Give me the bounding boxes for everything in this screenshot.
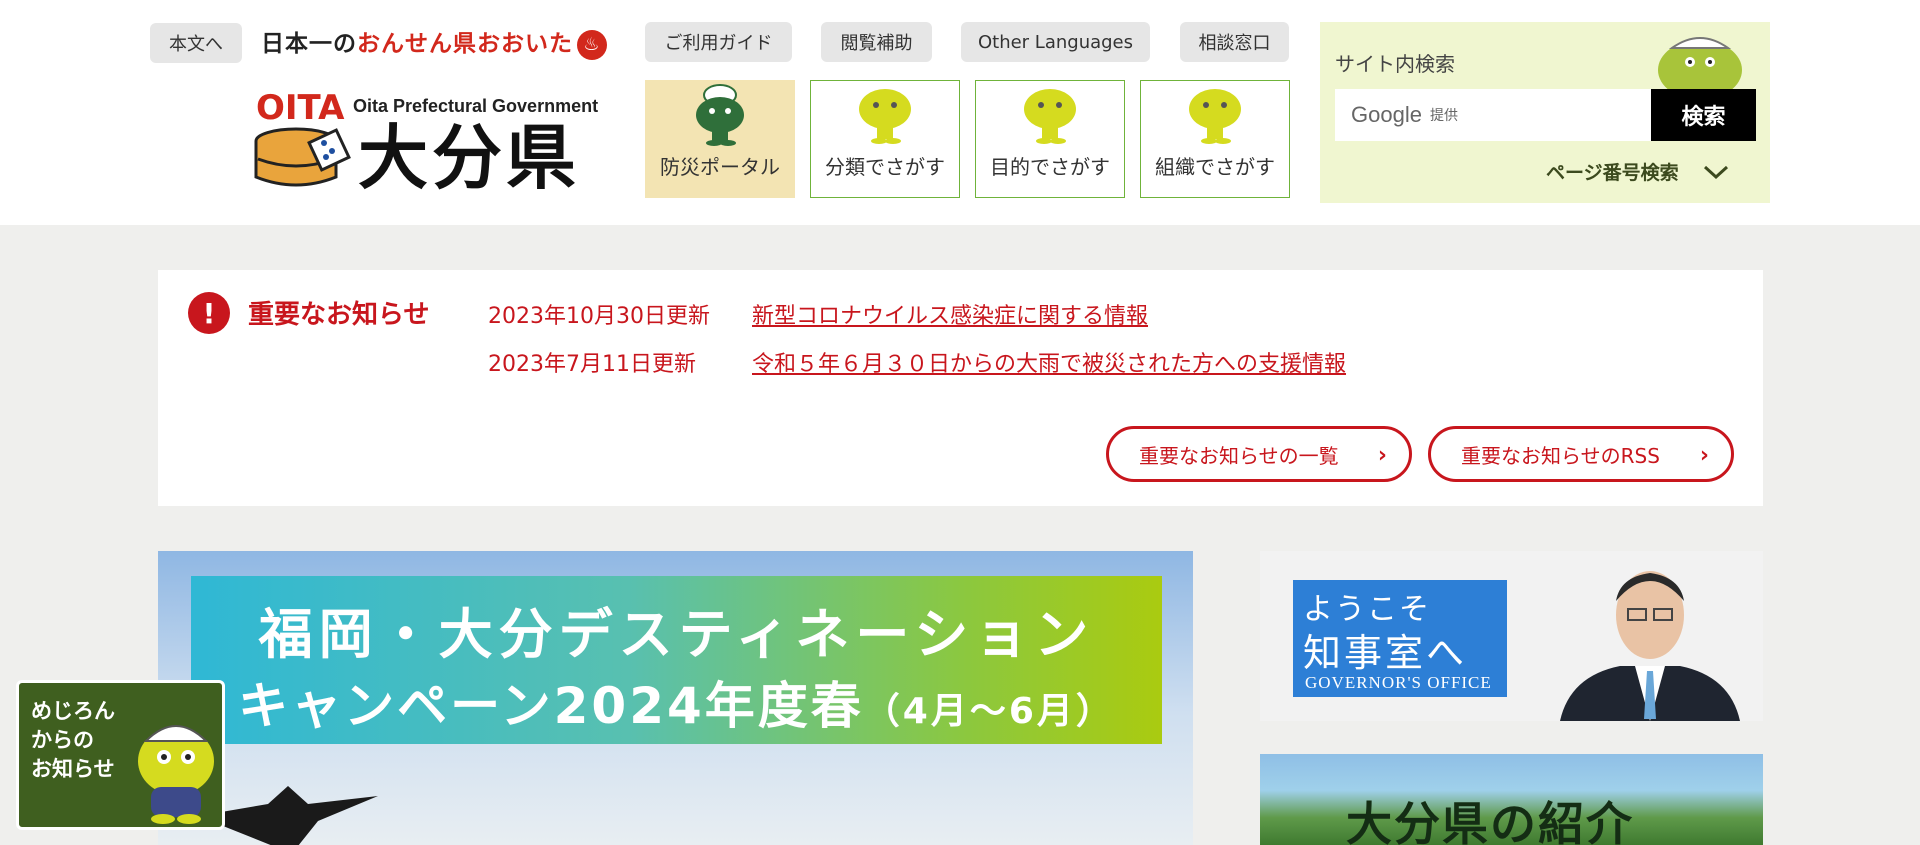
onsen-icon: ♨ — [577, 29, 607, 60]
person-silhouette-icon — [198, 786, 378, 845]
campaign-title-period: （4月～6月） — [863, 691, 1115, 732]
mejiron-mascot-icon — [1658, 37, 1742, 92]
governor-line2: 知事室へ — [1303, 631, 1468, 675]
chevron-down-icon — [1703, 165, 1728, 179]
page-number-search-label: ページ番号検索 — [1546, 162, 1679, 184]
notice-rss-button[interactable]: 重要なお知らせのRSS › — [1428, 426, 1734, 482]
mejiron-icon — [1189, 89, 1241, 144]
mejiron-icon — [1024, 89, 1076, 144]
site-header: 本文へ 日本一のおんせん県おおいた ♨ OITA Oita Prefectural… — [0, 0, 1920, 225]
intro-title: 大分県の紹介 — [1346, 797, 1634, 845]
mejiron-line3: お知らせ — [31, 757, 115, 781]
mejiron-mascot-icon — [138, 725, 214, 824]
campaign-title-main: キャンペーン2024年度春 — [238, 677, 864, 735]
oita-logo-icon[interactable]: OITA — [250, 85, 354, 197]
mejiron-icon — [859, 89, 911, 144]
mejiron-label: めじろん からの お知らせ — [31, 697, 115, 784]
accessibility-link[interactable]: 閲覧補助 — [821, 22, 932, 62]
search-title: サイト内検索 — [1335, 52, 1455, 76]
usage-guide-link[interactable]: ご利用ガイド — [645, 22, 792, 62]
mejiron-notice-button[interactable]: めじろん からの お知らせ — [16, 680, 225, 830]
governor-office-banner[interactable]: ようこそ 知事室へ GOVERNOR'S OFFICE — [1260, 551, 1763, 721]
prefecture-intro-banner[interactable]: 大分県の紹介 — [1260, 754, 1763, 845]
notice-item: 2023年7月11日更新 令和５年６月３０日からの大雨で被災された方への支援情報 — [488, 346, 1346, 378]
notice-list-button[interactable]: 重要なお知らせの一覧 › — [1106, 426, 1412, 482]
nav-disaster-portal[interactable]: 防災ポータル — [645, 80, 795, 198]
tagline-prefix: 日本一の — [261, 31, 357, 57]
chevron-right-icon: › — [1377, 443, 1387, 468]
mejiron-line1: めじろん — [31, 699, 115, 723]
nav-label: 組織でさがす — [1155, 155, 1275, 179]
nav-label: 分類でさがす — [825, 155, 945, 179]
nav-label: 目的でさがす — [990, 155, 1110, 179]
nav-by-category[interactable]: 分類でさがす — [810, 80, 960, 198]
important-notice-panel: ! 重要なお知らせ 2023年10月30日更新 新型コロナウイルス感染症に関する情… — [158, 270, 1763, 506]
campaign-banner[interactable]: 福岡・大分デスティネーション キャンペーン2024年度春（4月～6月） — [158, 551, 1193, 845]
campaign-title-band: 福岡・大分デスティネーション キャンペーン2024年度春（4月～6月） — [191, 576, 1162, 744]
mejiron-line2: からの — [31, 728, 94, 752]
google-label: Google — [1351, 102, 1422, 127]
google-provided-label: 提供 — [1429, 108, 1458, 124]
notice-link[interactable]: 新型コロナウイルス感染症に関する情報 — [752, 304, 1148, 329]
alert-icon: ! — [188, 292, 230, 334]
notice-date: 2023年10月30日更新 — [488, 304, 710, 329]
campaign-title-line2: キャンペーン2024年度春（4月～6月） — [191, 666, 1162, 738]
tagline: 日本一のおんせん県おおいた ♨ — [261, 24, 607, 60]
notice-date: 2023年7月11日更新 — [488, 352, 696, 377]
consultation-link[interactable]: 相談窓口 — [1180, 22, 1289, 62]
notice-item: 2023年10月30日更新 新型コロナウイルス感染症に関する情報 — [488, 298, 1148, 330]
logo-mark-text: OITA — [256, 88, 345, 128]
governor-label-box: ようこそ 知事室へ GOVERNOR'S OFFICE — [1293, 580, 1507, 697]
logo-subtitle: Oita Prefectural Government — [353, 96, 599, 116]
logo-title[interactable]: 大分県 — [358, 118, 580, 198]
site-search: サイト内検索 Google 提供 検索 ページ番号検索 — [1320, 22, 1770, 203]
notice-list-label: 重要なお知らせの一覧 — [1139, 443, 1339, 468]
page-number-search-toggle[interactable]: ページ番号検索 — [1546, 158, 1729, 185]
tagline-red: おんせん県おおいた — [357, 31, 573, 57]
notice-link[interactable]: 令和５年６月３０日からの大雨で被災された方への支援情報 — [752, 352, 1346, 377]
skip-to-content-button[interactable]: 本文へ — [150, 23, 242, 63]
nav-by-organization[interactable]: 組織でさがす — [1140, 80, 1290, 198]
notice-rss-label: 重要なお知らせのRSS — [1461, 443, 1660, 468]
chevron-right-icon: › — [1699, 443, 1709, 468]
mejiron-helmet-icon — [696, 84, 744, 146]
other-languages-link[interactable]: Other Languages — [961, 22, 1150, 62]
search-input[interactable]: Google 提供 — [1335, 89, 1655, 141]
governor-portrait-icon — [1560, 571, 1740, 721]
governor-line3: GOVERNOR'S OFFICE — [1305, 673, 1492, 692]
notice-title: 重要なお知らせ — [248, 300, 430, 330]
nav-label: 防災ポータル — [660, 155, 780, 179]
nav-by-purpose[interactable]: 目的でさがす — [975, 80, 1125, 198]
campaign-title-line1: 福岡・大分デスティネーション — [258, 603, 1095, 666]
search-button[interactable]: 検索 — [1651, 89, 1756, 141]
